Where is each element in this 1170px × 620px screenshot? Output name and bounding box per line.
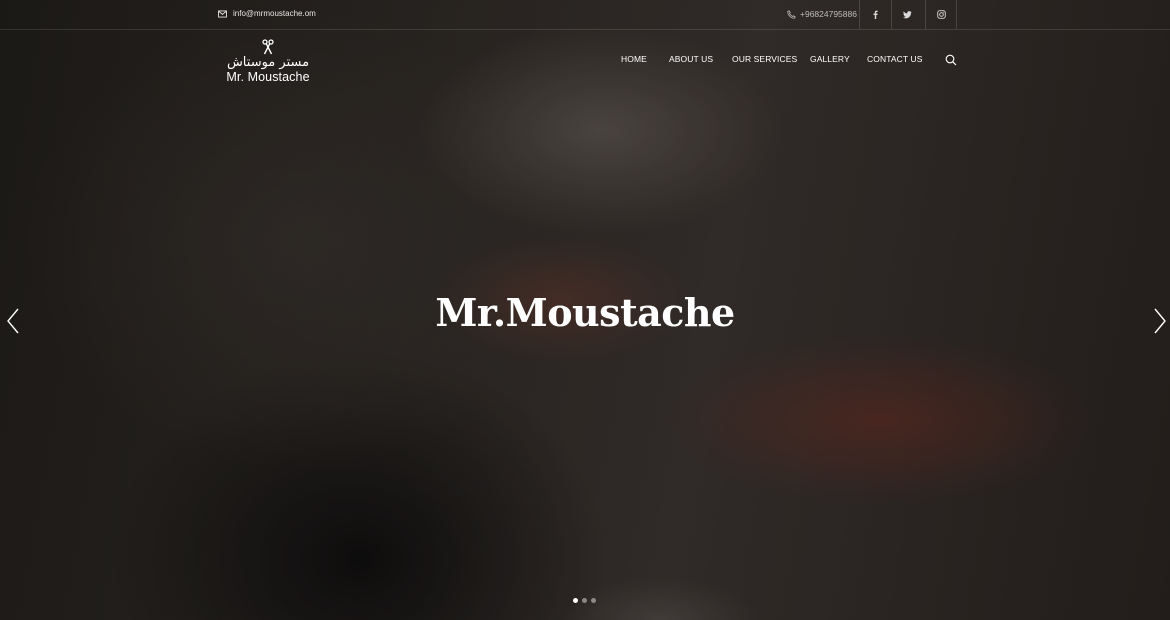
facebook-icon <box>873 10 878 19</box>
instagram-button[interactable] <box>925 0 957 29</box>
nav-contact-us[interactable]: CONTACT US <box>867 54 922 64</box>
twitter-button[interactable] <box>891 0 923 29</box>
chevron-right-icon <box>1154 308 1166 334</box>
nav-about-us[interactable]: ABOUT US <box>669 54 713 64</box>
nav-gallery[interactable]: GALLERY <box>810 54 850 64</box>
chevron-left-icon <box>7 308 19 334</box>
logo-latin-text: Mr. Moustache <box>226 70 310 84</box>
nav-our-services[interactable]: OUR SERVICES <box>732 54 797 64</box>
slider-next-button[interactable] <box>1153 308 1167 334</box>
slider-dot[interactable] <box>582 598 587 603</box>
slider-dot[interactable] <box>573 598 578 603</box>
hero-title: Mr.Moustache <box>435 290 735 335</box>
facebook-button[interactable] <box>859 0 891 29</box>
phone-icon <box>787 9 796 19</box>
email-link[interactable]: info@mrmoustache.om <box>218 9 316 18</box>
twitter-icon <box>903 11 912 19</box>
slider-prev-button[interactable] <box>6 308 20 334</box>
phone-text: +96824795886 <box>800 9 857 19</box>
search-icon <box>945 54 957 66</box>
phone-link[interactable]: +96824795886 <box>787 9 857 19</box>
scissors-comb-icon <box>262 39 274 55</box>
email-text: info@mrmoustache.om <box>233 9 316 18</box>
slider-pagination <box>573 598 596 603</box>
nav-home[interactable]: HOME <box>621 54 647 64</box>
search-button[interactable] <box>945 53 957 66</box>
instagram-icon <box>936 10 946 19</box>
main-navigation: HOME ABOUT US OUR SERVICES GALLERY CONTA… <box>0 54 1170 68</box>
slider-dot[interactable] <box>591 598 596 603</box>
top-info-bar: info@mrmoustache.om +96824795886 <box>0 0 1170 30</box>
envelope-icon <box>218 9 227 18</box>
